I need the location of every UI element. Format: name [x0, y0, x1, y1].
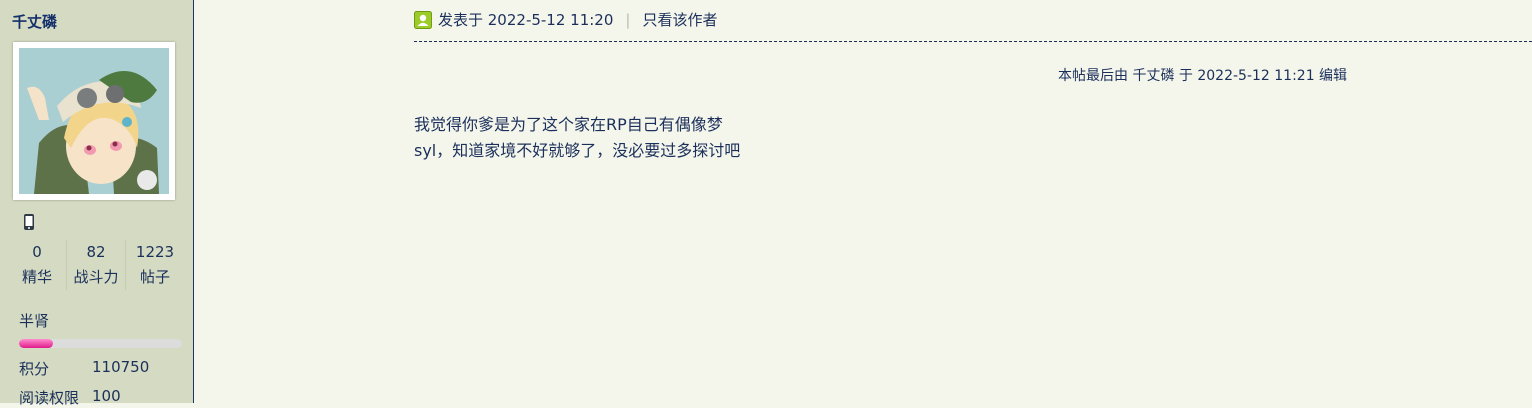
stat-posts-value: 1223 — [135, 243, 175, 261]
info-value-read-permission: 100 — [92, 387, 121, 405]
info-row-points: 积分 110750 — [19, 358, 149, 379]
stat-posts[interactable]: 1223 帖子 — [125, 240, 184, 290]
mobile-phone-icon — [23, 213, 35, 235]
avatar[interactable] — [13, 42, 175, 200]
post-timestamp: 发表于 2022-5-12 11:20 — [438, 11, 614, 29]
info-label-read-permission: 阅读权限 — [19, 389, 80, 407]
post-line: syl，知道家境不好就够了，没必要过多探讨吧 — [414, 141, 741, 160]
stat-combat-power-value: 82 — [86, 243, 106, 261]
avatar-image — [19, 48, 169, 194]
stat-posts-label: 帖子 — [139, 268, 170, 286]
user-icon — [414, 10, 432, 29]
only-author-link[interactable]: 只看该作者 — [642, 9, 717, 30]
stat-combat-power[interactable]: 82 战斗力 — [66, 240, 125, 290]
post-header: 发表于 2022-5-12 11:20 | 只看该作者 — [414, 9, 717, 30]
stat-digest-value: 0 — [32, 243, 42, 261]
info-label-points: 积分 — [19, 360, 50, 378]
stat-digest-label: 精华 — [21, 268, 52, 286]
user-rank: 半肾 — [19, 312, 50, 330]
forum-post: 千丈磷 0 精华 82 战斗力 1223 帖子 半肾 积分 110750 阅读权… — [0, 0, 1532, 407]
info-value-points: 110750 — [92, 358, 150, 376]
rank-progress-bar — [19, 339, 182, 348]
post-main: 发表于 2022-5-12 11:20 | 只看该作者 本帖最后由 千丈磷 于 … — [194, 0, 1532, 403]
author-stats: 0 精华 82 战斗力 1223 帖子 — [8, 240, 184, 290]
post-line: 我觉得你爹是为了这个家在RP自己有偶像梦 — [414, 115, 723, 134]
edit-note: 本帖最后由 千丈磷 于 2022-5-12 11:21 编辑 — [1058, 68, 1348, 84]
header-separator: | — [625, 10, 631, 29]
stat-combat-power-label: 战斗力 — [73, 268, 119, 286]
header-divider — [414, 41, 1532, 42]
stat-digest[interactable]: 0 精华 — [8, 240, 66, 290]
author-username[interactable]: 千丈磷 — [12, 11, 57, 32]
author-sidebar: 千丈磷 0 精华 82 战斗力 1223 帖子 半肾 积分 110750 阅读权… — [0, 0, 194, 407]
info-row-read-permission: 阅读权限 100 — [19, 387, 121, 408]
post-content: 我觉得你爹是为了这个家在RP自己有偶像梦 syl，知道家境不好就够了，没必要过多… — [414, 112, 740, 164]
rank-progress-fill — [19, 339, 54, 348]
